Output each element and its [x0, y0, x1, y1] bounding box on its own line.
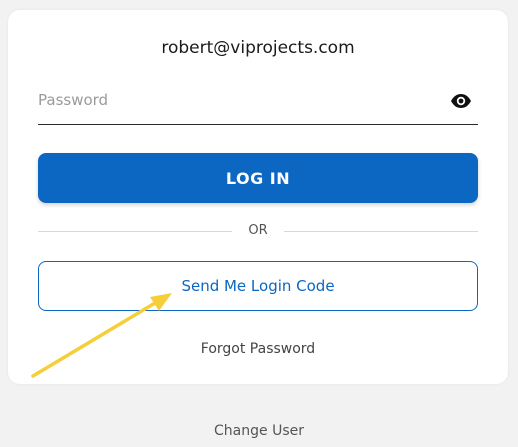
login-card: robert@viprojects.com LOG IN OR Send Me … [8, 10, 508, 384]
login-button[interactable]: LOG IN [38, 153, 478, 203]
password-field[interactable] [38, 86, 478, 125]
change-user-link[interactable]: Change User [0, 423, 518, 439]
account-email: robert@viprojects.com [161, 38, 355, 58]
divider-line-right [284, 231, 478, 232]
send-login-code-button[interactable]: Send Me Login Code [38, 261, 478, 311]
eye-icon[interactable] [450, 93, 472, 109]
forgot-password-link[interactable]: Forgot Password [8, 341, 508, 357]
password-input[interactable] [38, 86, 438, 114]
or-divider: OR [38, 222, 478, 240]
